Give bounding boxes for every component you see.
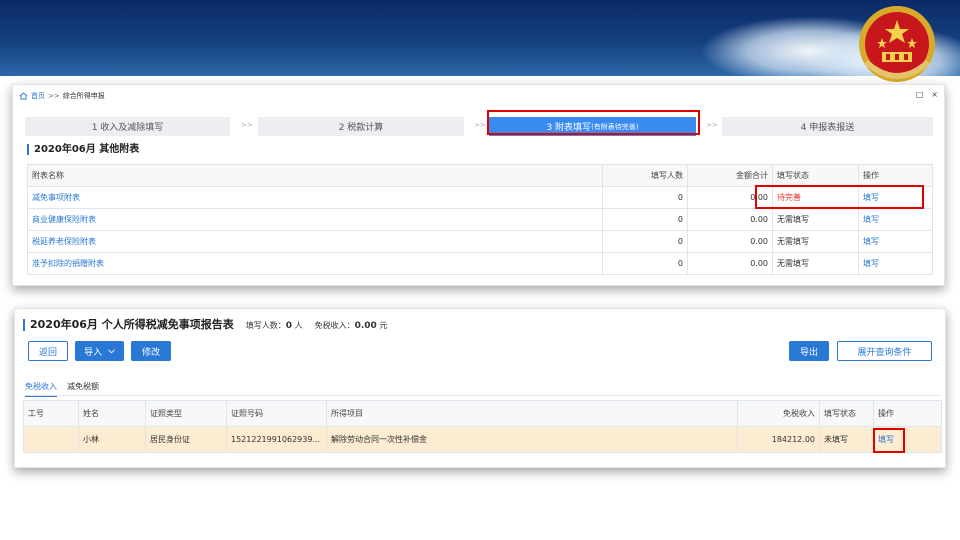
- table-row: 税延养老保险附表 0 0.00 无需填写 填写: [27, 230, 933, 253]
- chevron-down-icon: [108, 348, 115, 353]
- step-2[interactable]: 2 税款计算: [258, 117, 464, 136]
- income-unit: 元: [379, 321, 388, 330]
- back-button[interactable]: 返回: [28, 341, 68, 361]
- count-unit: 人: [294, 321, 303, 330]
- fill-link[interactable]: 填写: [863, 215, 879, 224]
- report-table: 工号 姓名 证照类型 证照号码 所得项目 免税收入 填写状态 操作 小林 居民身…: [23, 400, 942, 453]
- col-header: 证照号码: [226, 400, 327, 427]
- attachment-name-link[interactable]: 准予扣除的捐赠附表: [32, 259, 104, 268]
- step-bar: 1 收入及减除填写 >> 2 税款计算 >> 3 附表填写 (有附表待完善) >>…: [25, 117, 933, 136]
- tax-free-income-cell: 184212.00: [737, 426, 820, 453]
- export-label: 导出: [799, 347, 818, 358]
- count-value: 0: [285, 321, 293, 331]
- count-label: 填写人数：: [245, 321, 286, 330]
- status-highlight: [755, 185, 924, 209]
- top-banner: [0, 0, 960, 76]
- breadcrumb-separator: >>: [48, 92, 60, 100]
- attachments-title: 2020年06月 其他附表: [27, 144, 139, 155]
- step-arrow: >>: [706, 121, 718, 129]
- status-cell: 未填写: [819, 426, 874, 453]
- count-cell: 0: [602, 230, 688, 253]
- close-icon[interactable]: ×: [931, 90, 938, 99]
- expand-query-button[interactable]: 展开查询条件: [837, 341, 932, 361]
- income-value: 0.00: [354, 321, 377, 331]
- col-header: 操作: [858, 164, 933, 187]
- table-row: 商业健康保险附表 0 0.00 无需填写 填写: [27, 208, 933, 231]
- attachment-name-link[interactable]: 减免事项附表: [32, 193, 80, 202]
- col-header: 所得项目: [326, 400, 738, 427]
- col-header: 填写人数: [602, 164, 688, 187]
- status-cell: 无需填写: [772, 208, 859, 231]
- amount-cell: 0.00: [687, 252, 773, 275]
- report-title: 2020年06月 个人所得税减免事项报告表: [23, 319, 234, 331]
- status-cell: 无需填写: [772, 230, 859, 253]
- col-header: 金额合计: [687, 164, 773, 187]
- national-emblem-icon: [859, 6, 935, 82]
- step-4-label: 4 申报表报送: [800, 123, 855, 133]
- id-type-cell: 居民身份证: [145, 426, 227, 453]
- amount-cell: 0.00: [687, 208, 773, 231]
- fill-link[interactable]: 填写: [863, 237, 879, 246]
- edit-label: 修改: [141, 347, 160, 358]
- attachments-table: 附表名称 填写人数 金额合计 填写状态 操作 减免事项附表 0 0.00 待完善…: [27, 164, 933, 275]
- home-icon[interactable]: [19, 92, 28, 100]
- status-cell: 无需填写: [772, 252, 859, 275]
- col-header: 免税收入: [737, 400, 820, 427]
- window-controls: □ ×: [916, 90, 938, 99]
- attachment-name-link[interactable]: 税延养老保险附表: [32, 237, 96, 246]
- count-summary: 填写人数：0 人: [246, 320, 303, 331]
- id-number-cell: 1521221991062939...: [226, 426, 327, 453]
- col-header: 操作: [873, 400, 942, 427]
- table-row[interactable]: 小林 居民身份证 1521221991062939... 解除劳动合同一次性补偿…: [23, 426, 942, 453]
- employee-id-cell: [23, 426, 79, 453]
- col-header: 工号: [23, 400, 79, 427]
- col-header: 姓名: [78, 400, 146, 427]
- attachment-name-link[interactable]: 商业健康保险附表: [32, 215, 96, 224]
- col-header: 填写状态: [772, 164, 859, 187]
- amount-cell: 0.00: [687, 230, 773, 253]
- table-header-row: 工号 姓名 证照类型 证照号码 所得项目 免税收入 填写状态 操作: [23, 400, 942, 427]
- count-cell: 0: [602, 186, 688, 209]
- step-1[interactable]: 1 收入及减除填写: [25, 117, 230, 136]
- col-header: 证照类型: [145, 400, 227, 427]
- fill-link[interactable]: 填写: [863, 259, 879, 268]
- import-label: 导入: [84, 347, 103, 358]
- back-label: 返回: [38, 347, 57, 358]
- import-button[interactable]: 导入: [75, 341, 124, 361]
- report-panel: 2020年06月 个人所得税减免事项报告表 填写人数：0 人 免税收入：0.00…: [14, 308, 946, 468]
- tab-divider: [23, 395, 941, 396]
- step-4[interactable]: 4 申报表报送: [722, 117, 933, 136]
- fill-action-highlight: [873, 428, 905, 453]
- restore-icon[interactable]: □: [916, 90, 924, 99]
- table-header-row: 附表名称 填写人数 金额合计 填写状态 操作: [27, 164, 933, 187]
- step-2-label: 2 税款计算: [338, 123, 384, 133]
- step-arrow: >>: [241, 121, 253, 129]
- breadcrumb: 首页 >> 综合所得申报: [19, 91, 105, 101]
- count-cell: 0: [602, 252, 688, 275]
- count-cell: 0: [602, 208, 688, 231]
- report-header: 2020年06月 个人所得税减免事项报告表 填写人数：0 人 免税收入：0.00…: [23, 319, 387, 331]
- breadcrumb-home[interactable]: 首页: [31, 91, 45, 101]
- table-row: 准予扣除的捐赠附表 0 0.00 无需填写 填写: [27, 252, 933, 275]
- edit-button[interactable]: 修改: [131, 341, 171, 361]
- col-header: 填写状态: [819, 400, 874, 427]
- name-cell: 小林: [78, 426, 146, 453]
- step-arrow: >>: [474, 121, 486, 129]
- income-label: 免税收入：: [314, 321, 355, 330]
- export-button[interactable]: 导出: [789, 341, 829, 361]
- income-item-cell: 解除劳动合同一次性补偿金: [326, 426, 738, 453]
- income-summary: 免税收入：0.00 元: [315, 320, 388, 331]
- step-1-label: 1 收入及减除填写: [91, 123, 164, 133]
- col-header: 附表名称: [27, 164, 603, 187]
- breadcrumb-current: 综合所得申报: [62, 92, 105, 100]
- expand-query-label: 展开查询条件: [857, 347, 912, 358]
- step-3-highlight: [487, 110, 700, 135]
